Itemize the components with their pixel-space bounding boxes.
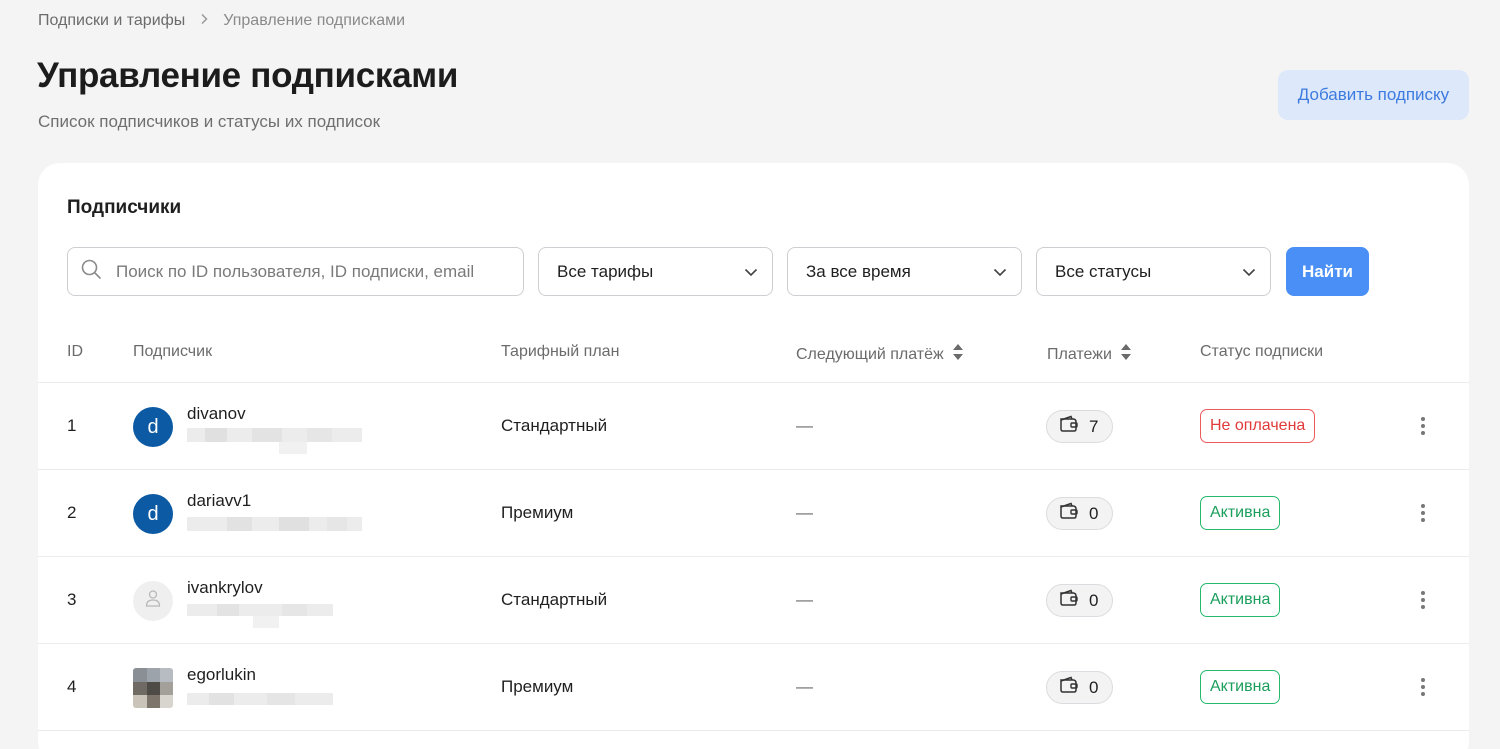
card-title: Подписчики <box>67 197 182 218</box>
column-subscriber: Подписчик <box>133 343 213 360</box>
page-subtitle: Список подписчиков и статусы их подписок <box>38 112 381 131</box>
more-vertical-icon[interactable] <box>1411 588 1435 612</box>
row-username[interactable]: egorlukin <box>187 665 256 685</box>
page-title: Управление подписками <box>37 56 459 95</box>
row-plan: Премиум <box>501 503 574 522</box>
status-badge: Активна <box>1200 583 1281 617</box>
row-id: 4 <box>67 677 77 696</box>
row-next-payment: — <box>796 677 813 696</box>
row-username[interactable]: dariavv1 <box>187 491 251 511</box>
add-subscription-button[interactable]: Добавить подписку <box>1278 70 1469 120</box>
row-id: 2 <box>67 503 77 522</box>
more-vertical-icon[interactable] <box>1411 675 1435 699</box>
redacted-email <box>187 689 337 715</box>
wallet-icon <box>1059 676 1079 699</box>
tariff-select[interactable]: Все тарифы <box>538 247 773 296</box>
redacted-email <box>187 602 337 628</box>
chevron-down-icon <box>744 262 758 282</box>
wallet-icon <box>1059 589 1079 612</box>
column-payments[interactable]: Платежи <box>1047 343 1132 366</box>
period-select[interactable]: За все время <box>787 247 1022 296</box>
breadcrumb: Подписки и тарифы Управление подписками <box>38 12 405 30</box>
table-row[interactable]: 4 egorlukin Премиум — 0 Активна <box>38 644 1469 731</box>
row-next-payment: — <box>796 416 813 435</box>
payments-count: 0 <box>1089 590 1099 610</box>
status-badge: Активна <box>1200 496 1281 530</box>
payments-badge[interactable]: 0 <box>1046 671 1114 704</box>
column-plan: Тарифный план <box>501 343 620 360</box>
column-next-payment[interactable]: Следующий платёж <box>796 343 964 366</box>
sort-icon[interactable] <box>952 343 964 366</box>
row-username[interactable]: divanov <box>187 404 246 424</box>
user-placeholder-icon <box>145 589 161 613</box>
subscribers-card: Подписчики Все тарифы За все время Все с… <box>38 163 1469 749</box>
find-button[interactable]: Найти <box>1286 247 1369 296</box>
more-vertical-icon[interactable] <box>1411 501 1435 525</box>
sort-icon[interactable] <box>1120 343 1132 366</box>
redacted-email <box>187 515 362 541</box>
search-icon <box>80 258 102 285</box>
period-select-value: За все время <box>806 261 911 281</box>
row-plan: Стандартный <box>501 590 608 609</box>
chevron-down-icon <box>1242 262 1256 282</box>
payments-badge[interactable]: 0 <box>1046 497 1114 530</box>
table-row[interactable]: 1 d divanov Стандартный — 7 Не оплачена <box>38 383 1469 470</box>
row-plan: Премиум <box>501 677 574 696</box>
wallet-icon <box>1059 415 1079 438</box>
payments-count: 0 <box>1089 503 1099 523</box>
payments-count: 0 <box>1089 677 1099 697</box>
table-row[interactable]: 2 d dariavv1 Премиум — 0 Активна <box>38 470 1469 557</box>
row-next-payment: — <box>796 590 813 609</box>
column-payments-label: Платежи <box>1047 345 1112 363</box>
payments-badge[interactable]: 0 <box>1046 584 1114 617</box>
row-id: 1 <box>67 416 77 435</box>
status-badge: Активна <box>1200 670 1281 704</box>
column-id: ID <box>67 343 83 360</box>
avatar <box>133 668 173 708</box>
row-plan: Стандартный <box>501 416 608 435</box>
breadcrumb-parent-link[interactable]: Подписки и тарифы <box>38 12 185 30</box>
avatar: d <box>133 407 173 447</box>
status-select-value: Все статусы <box>1055 261 1152 281</box>
payments-count: 7 <box>1089 416 1099 436</box>
table-row[interactable]: 3 ivankrylov Стандартный — 0 Активна <box>38 557 1469 644</box>
tariff-select-value: Все тарифы <box>557 261 654 281</box>
chevron-right-icon <box>199 12 209 30</box>
payments-badge[interactable]: 7 <box>1046 410 1114 443</box>
wallet-icon <box>1059 502 1079 525</box>
status-badge: Не оплачена <box>1200 409 1316 443</box>
status-select[interactable]: Все статусы <box>1036 247 1271 296</box>
table-header: ID Подписчик Тарифный план Следующий пла… <box>38 331 1469 383</box>
avatar <box>133 581 173 621</box>
column-status: Статус подписки <box>1200 343 1324 360</box>
row-id: 3 <box>67 590 77 609</box>
row-username[interactable]: ivankrylov <box>187 578 263 598</box>
row-next-payment: — <box>796 503 813 522</box>
chevron-down-icon <box>993 262 1007 282</box>
search-field[interactable] <box>67 247 524 296</box>
column-next-payment-label: Следующий платёж <box>796 345 944 363</box>
breadcrumb-current: Управление подписками <box>223 12 406 29</box>
more-vertical-icon[interactable] <box>1411 414 1435 438</box>
search-input[interactable] <box>116 261 516 282</box>
avatar: d <box>133 494 173 534</box>
redacted-email <box>187 428 362 454</box>
